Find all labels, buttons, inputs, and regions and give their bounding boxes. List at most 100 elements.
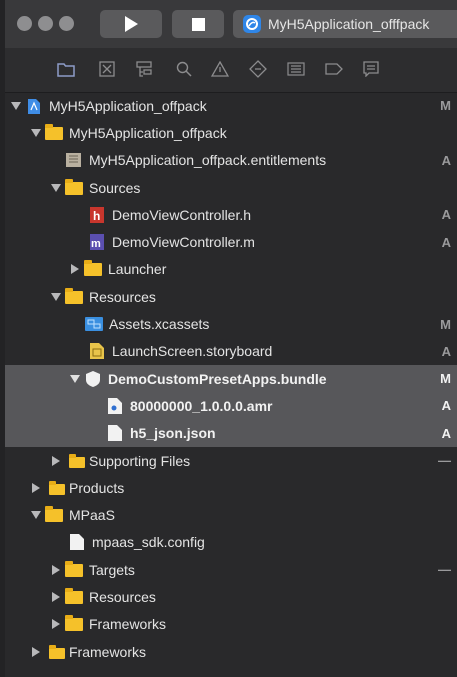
tree-item-label: 80000000_1.0.0.0.amr [130,397,273,414]
issue-icon [211,61,229,77]
report-icon [363,61,379,77]
scm-status: M [440,316,451,332]
test-navigator-tab[interactable] [249,60,267,78]
tree-row-mpaas[interactable]: MPaaS [5,501,457,528]
minimize-window-button[interactable] [38,16,53,31]
folder-icon [65,615,83,632]
play-icon [125,16,138,32]
folder-icon [65,587,83,605]
folder-icon [65,178,83,196]
tree-row-products[interactable]: Products [5,474,457,501]
scm-status: A [441,234,451,250]
disclosure-open-icon[interactable] [11,100,21,112]
tree-row-launcher[interactable]: Launcher [5,256,457,283]
source-control-navigator-tab[interactable] [98,60,116,78]
scm-status: M [440,371,451,387]
source-control-icon [99,61,115,77]
tree-row-json[interactable]: h5_json.json A [5,419,457,447]
tree-row-supporting[interactable]: Supporting Files — [5,447,457,474]
disclosure-open-icon[interactable] [51,291,61,303]
toolbar: MyH5Application_offfpack [5,0,457,48]
tree-row-assets[interactable]: Assets.xcassets M [5,310,457,337]
svg-text:h: h [93,209,100,223]
disclosure-open-icon[interactable] [31,509,41,521]
disclosure-closed-icon[interactable] [70,263,80,275]
tree-item-label: MyH5Application_offpack [69,124,227,141]
disclosure-closed-icon[interactable] [51,591,61,603]
issue-navigator-tab[interactable] [211,60,229,78]
breakpoint-navigator-tab[interactable] [325,60,343,78]
disclosure-closed-icon[interactable] [51,618,61,630]
tree-item-label: Frameworks [69,643,147,660]
tree-row-sources[interactable]: Sources [5,174,457,201]
tree-item-label: MPaaS [69,507,115,524]
tree-row-launchscreen[interactable]: LaunchScreen.storyboard A [5,338,457,365]
find-navigator-tab[interactable] [175,60,193,78]
tree-row-targets[interactable]: Targets — [5,556,457,583]
disclosure-open-icon[interactable] [31,127,41,139]
header-file-icon: h [88,206,106,223]
tree-item-label: DemoViewController.m [112,234,255,251]
config-file-icon [68,534,86,551]
symbol-icon [136,61,152,77]
storyboard-file-icon [88,343,106,360]
close-window-button[interactable] [17,16,32,31]
scheme-selector[interactable]: MyH5Application_offfpack [233,10,457,38]
disclosure-open-icon[interactable] [70,373,80,385]
disclosure-closed-icon[interactable] [31,482,41,494]
folder-icon [65,453,85,469]
xcode-window: MyH5Application_offfpack MyH5Application… [5,0,457,677]
tree-item-label: Products [69,479,125,496]
run-button[interactable] [100,10,162,38]
navigator-selector-bar [5,48,457,93]
test-icon [249,60,267,78]
disclosure-closed-icon[interactable] [51,564,61,576]
app-icon [243,15,261,33]
disclosure-open-icon[interactable] [51,182,61,194]
tree-row-resources-2[interactable]: Resources [5,583,457,610]
tree-item-label: Supporting Files [89,452,191,469]
report-navigator-tab[interactable] [362,60,380,78]
scm-status: A [441,343,451,359]
tree-row-bundle[interactable]: DemoCustomPresetApps.bundle M [5,364,457,393]
project-navigator-tab[interactable] [57,60,75,78]
folder-icon [57,62,75,77]
tree-item-label: LaunchScreen.storyboard [112,343,273,360]
stop-button[interactable] [172,10,224,38]
folder-icon [65,287,83,305]
tree-item-label: Assets.xcassets [109,316,210,333]
tree-row-resources[interactable]: Resources [5,283,457,310]
scm-status: A [441,425,451,441]
tree-row-entitlements[interactable]: MyH5Application_offpack.entitlements A [5,147,457,174]
asset-catalog-icon [85,316,103,332]
debug-icon [287,62,305,76]
svg-text:m: m [91,238,101,250]
find-icon [176,61,192,77]
tree-item-label: mpaas_sdk.config [92,534,205,551]
tree-row-demo-h[interactable]: h DemoViewController.h A [5,201,457,228]
scm-status: A [441,207,451,223]
zoom-window-button[interactable] [59,16,74,31]
tree-item-label: Targets [89,561,135,578]
scm-status: A [441,152,451,168]
tree-row-project[interactable]: MyH5Application_offpack M [5,92,457,119]
debug-navigator-tab[interactable] [287,60,305,78]
tree-row-frameworks-inner[interactable]: Frameworks [5,611,457,638]
tree-row-amr[interactable]: 80000000_1.0.0.0.amr A [5,392,457,420]
disclosure-closed-icon[interactable] [51,455,61,467]
scm-status: — [438,453,451,468]
json-file-icon [106,425,124,442]
folder-icon [45,644,65,660]
breakpoint-icon [325,63,343,75]
scm-status: — [438,562,451,578]
tree-item-label: Launcher [108,261,167,278]
tree-item-label: Resources [89,288,156,305]
tree-row-frameworks[interactable]: Frameworks [5,638,457,665]
tree-item-label: MyH5Application_offpack.entitlements [89,152,327,169]
tree-row-group-app[interactable]: MyH5Application_offpack [5,119,457,146]
symbol-navigator-tab[interactable] [135,60,153,78]
tree-row-demo-m[interactable]: m DemoViewController.m A [5,228,457,255]
disclosure-closed-icon[interactable] [31,646,41,658]
tree-row-sdkconfig[interactable]: mpaas_sdk.config [5,529,457,556]
tree-item-label: DemoViewController.h [112,206,252,223]
